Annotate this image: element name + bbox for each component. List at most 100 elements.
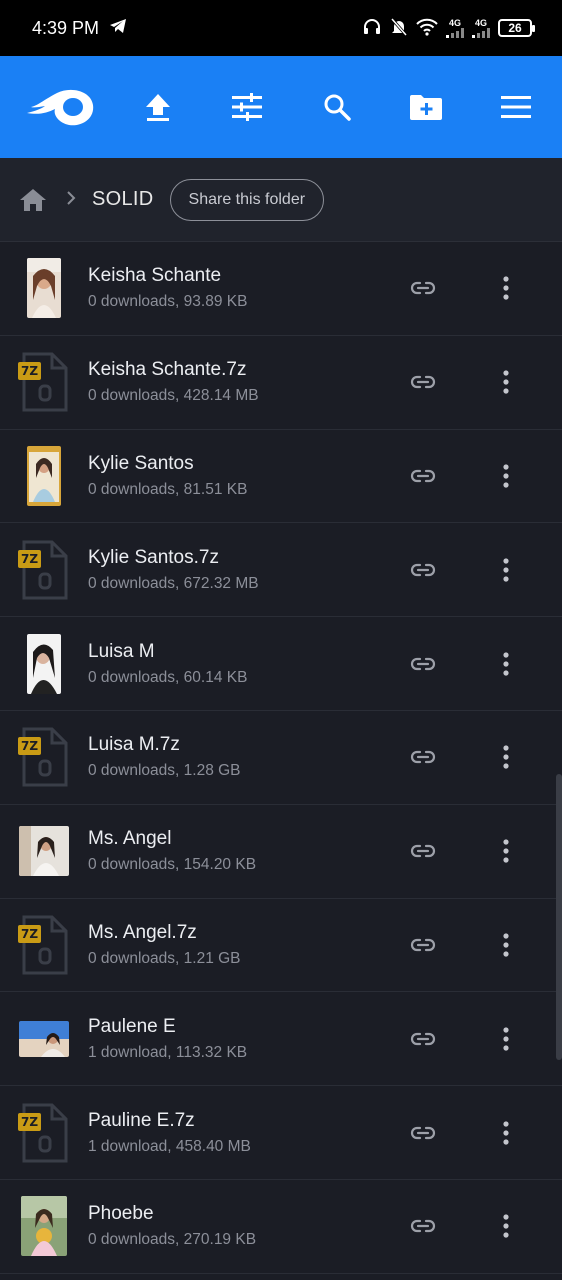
image-thumbnail-icon: [19, 1020, 69, 1057]
more-vert-icon[interactable]: [484, 357, 528, 407]
filter-sliders-icon[interactable]: [219, 79, 275, 135]
net-type-2: 4G: [474, 17, 487, 28]
file-thumbnail: [0, 258, 88, 319]
file-meta: 0 downloads, 270.19 KB: [88, 1231, 257, 1249]
archive-file-icon: 7Z: [18, 915, 70, 975]
list-item[interactable]: Keisha Schante 0 downloads, 93.89 KB: [0, 242, 562, 336]
image-thumbnail-icon: [21, 1196, 67, 1257]
current-folder-name[interactable]: SOLID: [92, 188, 154, 211]
file-meta: 0 downloads, 93.89 KB: [88, 293, 248, 311]
cell-signal-2: 4G: [472, 17, 490, 38]
file-meta: 0 downloads, 1.28 GB: [88, 762, 241, 780]
image-thumbnail-icon: [27, 445, 61, 506]
file-meta: 0 downloads, 60.14 KB: [88, 668, 248, 686]
more-vert-icon[interactable]: [484, 732, 528, 782]
file-thumbnail: 7Z: [0, 727, 88, 787]
more-vert-icon[interactable]: [484, 263, 528, 313]
menu-icon[interactable]: [488, 79, 544, 135]
file-meta: 0 downloads, 672.32 MB: [88, 574, 259, 592]
more-vert-icon[interactable]: [484, 826, 528, 876]
scrollbar-thumb[interactable]: [556, 774, 562, 1060]
status-bar: 4:39 PM 4G 4G 26: [0, 0, 562, 56]
upload-icon[interactable]: [130, 79, 186, 135]
more-vert-icon[interactable]: [484, 451, 528, 501]
breadcrumb: SOLID Share this folder: [0, 158, 562, 242]
net-type-1: 4G: [448, 17, 461, 28]
file-name: Luisa M: [88, 640, 155, 662]
link-icon[interactable]: [398, 1014, 448, 1064]
list-item[interactable]: Luisa M 0 downloads, 60.14 KB: [0, 617, 562, 711]
archive-file-icon: 7Z: [18, 1103, 70, 1163]
battery-level: 26: [508, 21, 522, 35]
app-bar: [0, 56, 562, 158]
more-vert-icon[interactable]: [484, 545, 528, 595]
more-vert-icon[interactable]: [484, 639, 528, 689]
cell-signal-1: 4G: [446, 17, 464, 38]
file-meta: 0 downloads, 428.14 MB: [88, 387, 259, 405]
more-vert-icon[interactable]: [484, 1108, 528, 1158]
image-thumbnail-icon: [27, 258, 61, 319]
link-icon[interactable]: [398, 545, 448, 595]
list-item[interactable]: Kylie Santos 0 downloads, 81.51 KB: [0, 430, 562, 524]
file-meta: 1 download, 458.40 MB: [88, 1137, 251, 1155]
archive-file-icon: 7Z: [18, 352, 70, 412]
file-name: Keisha Schante.7z: [88, 359, 247, 381]
link-icon[interactable]: [398, 732, 448, 782]
7z-badge: 7Z: [18, 1112, 42, 1131]
7z-badge: 7Z: [18, 549, 42, 568]
link-icon[interactable]: [398, 1201, 448, 1251]
link-icon[interactable]: [398, 263, 448, 313]
7z-badge: 7Z: [18, 924, 42, 943]
new-folder-icon[interactable]: [398, 79, 454, 135]
7z-badge: 7Z: [18, 737, 42, 756]
7z-badge: 7Z: [18, 362, 42, 381]
file-thumbnail: [0, 1020, 88, 1057]
search-icon[interactable]: [309, 79, 365, 135]
mute-bell-icon: [390, 17, 408, 40]
file-meta: 0 downloads, 1.21 GB: [88, 949, 241, 967]
link-icon[interactable]: [398, 920, 448, 970]
file-thumbnail: 7Z: [0, 1103, 88, 1163]
file-meta: 1 download, 113.32 KB: [88, 1043, 248, 1061]
more-vert-icon[interactable]: [484, 1201, 528, 1251]
list-item[interactable]: 7Z Luisa M.7z 0 downloads, 1.28 GB: [0, 711, 562, 805]
list-item[interactable]: Paulene E 1 download, 113.32 KB: [0, 992, 562, 1087]
file-name: Phoebe: [88, 1203, 154, 1225]
status-time: 4:39 PM: [32, 17, 100, 38]
archive-file-icon: 7Z: [18, 540, 70, 600]
home-icon[interactable]: [18, 187, 48, 213]
link-icon[interactable]: [398, 1108, 448, 1158]
link-icon[interactable]: [398, 639, 448, 689]
file-thumbnail: 7Z: [0, 540, 88, 600]
file-meta: 0 downloads, 81.51 KB: [88, 480, 248, 498]
image-thumbnail-icon: [27, 633, 61, 694]
list-item[interactable]: 7Z Ms. Angel.7z 0 downloads, 1.21 GB: [0, 899, 562, 993]
link-icon[interactable]: [398, 451, 448, 501]
list-item[interactable]: 7Z Kylie Santos.7z 0 downloads, 672.32 M…: [0, 523, 562, 618]
list-item[interactable]: Phoebe 0 downloads, 270.19 KB: [0, 1180, 562, 1274]
wifi-icon: [416, 18, 438, 39]
file-name: Kylie Santos: [88, 452, 194, 474]
file-thumbnail: 7Z: [0, 915, 88, 975]
more-vert-icon[interactable]: [484, 1014, 528, 1064]
battery-icon: 26: [498, 19, 535, 37]
share-folder-button[interactable]: Share this folder: [169, 178, 325, 221]
status-left: 4:39 PM: [32, 18, 127, 39]
link-icon[interactable]: [398, 357, 448, 407]
link-icon[interactable]: [398, 826, 448, 876]
image-thumbnail-icon: [19, 826, 69, 877]
file-thumbnail: [0, 445, 88, 506]
mediafire-logo-icon[interactable]: [24, 79, 96, 135]
file-name: Keisha Schante: [88, 265, 222, 287]
file-thumbnail: [0, 633, 88, 694]
chevron-right-icon: [66, 189, 76, 210]
more-vert-icon[interactable]: [484, 920, 528, 970]
list-item[interactable]: 7Z Keisha Schante.7z 0 downloads, 428.14…: [0, 336, 562, 430]
list-item[interactable]: Ms. Angel 0 downloads, 154.20 KB: [0, 805, 562, 899]
list-item[interactable]: 7Z Pauline E.7z 1 download, 458.40 MB: [0, 1086, 562, 1180]
file-thumbnail: 7Z: [0, 352, 88, 412]
file-meta: 0 downloads, 154.20 KB: [88, 856, 257, 874]
status-right: 4G 4G 26: [362, 17, 535, 40]
file-thumbnail: [0, 1196, 88, 1257]
archive-file-icon: 7Z: [18, 727, 70, 787]
